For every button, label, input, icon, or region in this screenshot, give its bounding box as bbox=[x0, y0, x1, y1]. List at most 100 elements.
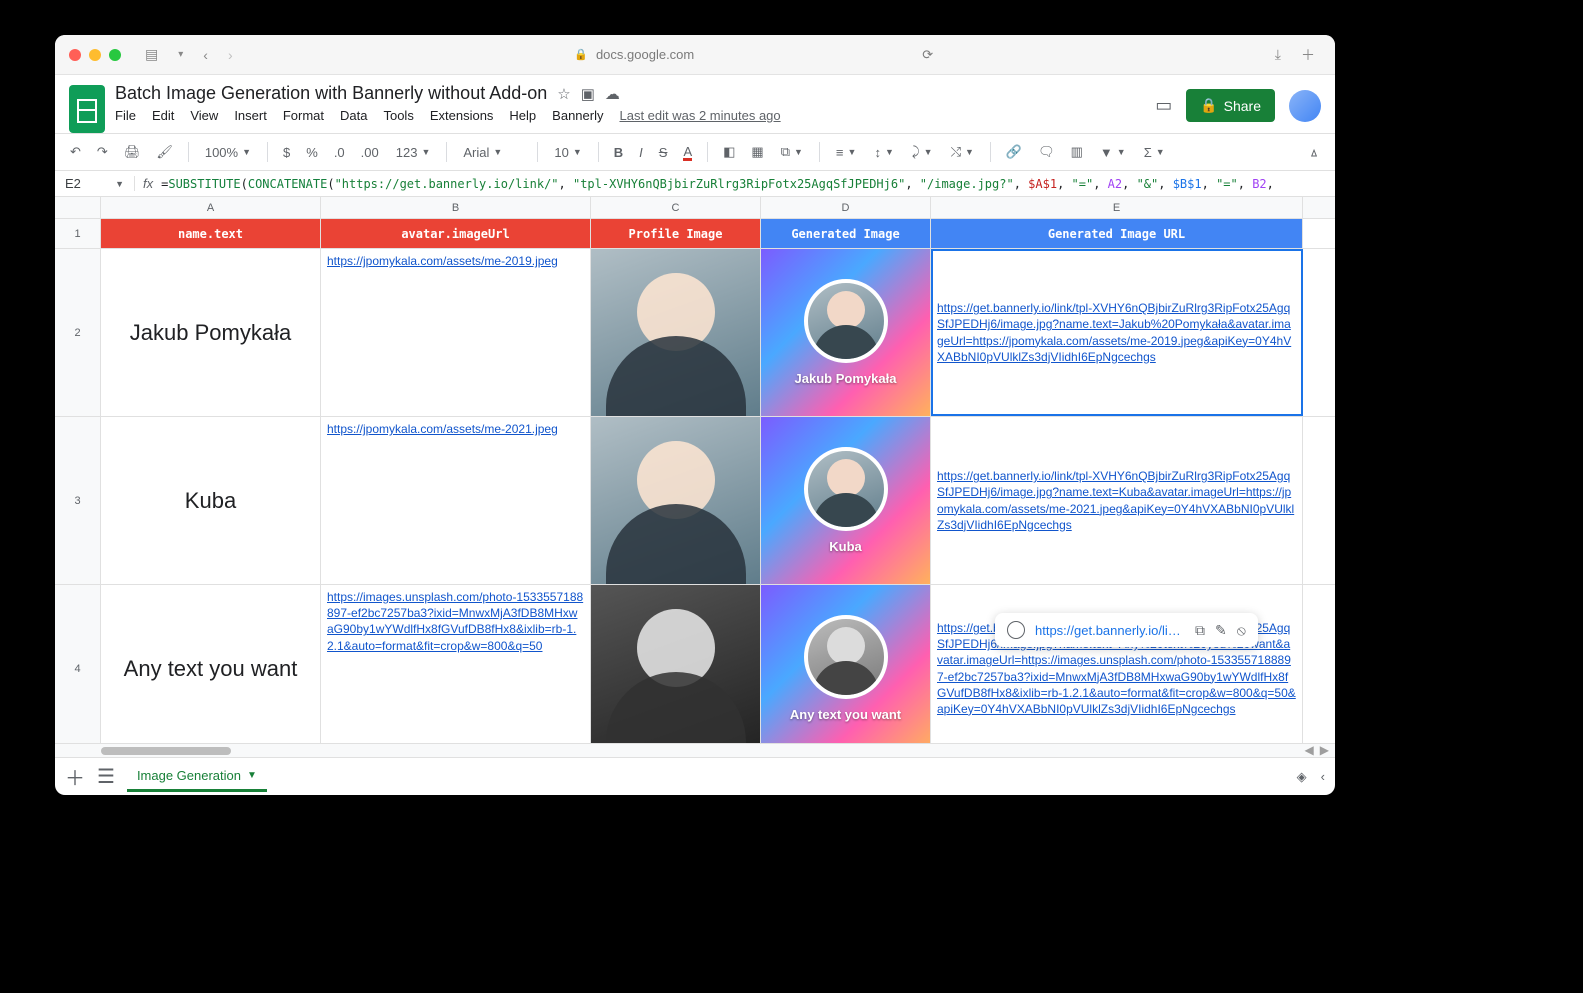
cell-generated-image[interactable]: Jakub Pomykała bbox=[761, 249, 931, 416]
comments-icon[interactable]: ▭ bbox=[1155, 95, 1172, 116]
cell-avatar-url[interactable]: https://jpomykala.com/assets/me-2021.jpe… bbox=[321, 417, 591, 584]
header-cell[interactable]: Generated Image bbox=[761, 219, 931, 248]
col-header-a[interactable]: A bbox=[101, 197, 321, 218]
merge-select[interactable]: ⧉▼ bbox=[775, 141, 809, 163]
cell-profile-image[interactable] bbox=[591, 249, 761, 416]
strikethrough-icon[interactable]: S bbox=[654, 142, 673, 163]
decrease-decimal-icon[interactable]: .0 bbox=[329, 142, 350, 163]
menu-insert[interactable]: Insert bbox=[234, 108, 267, 123]
redo-icon[interactable]: ↷ bbox=[92, 141, 113, 163]
copy-link-icon[interactable]: ⧉ bbox=[1195, 622, 1205, 639]
zoom-select[interactable]: 100%▼ bbox=[199, 142, 257, 163]
expand-toolbar-icon[interactable]: ㅿ bbox=[1303, 140, 1325, 165]
chevron-down-icon[interactable]: ▾ bbox=[172, 47, 189, 62]
halign-select[interactable]: ≡▼ bbox=[830, 142, 863, 163]
address-bar[interactable]: 🔒 docs.google.com ⟳ bbox=[247, 47, 1261, 63]
scrollbar-thumb[interactable] bbox=[101, 747, 231, 755]
format-currency-icon[interactable]: $ bbox=[278, 142, 295, 163]
wrap-select[interactable]: ⤸▼ bbox=[906, 141, 939, 163]
col-header-d[interactable]: D bbox=[761, 197, 931, 218]
menu-help[interactable]: Help bbox=[509, 108, 536, 123]
header-cell[interactable]: avatar.imageUrl bbox=[321, 219, 591, 248]
insert-chart-icon[interactable]: ▥ bbox=[1066, 141, 1088, 163]
font-size-select[interactable]: 10▼ bbox=[548, 142, 587, 163]
col-header-e[interactable]: E bbox=[931, 197, 1303, 218]
sheet-tab-active[interactable]: Image Generation ▼ bbox=[127, 762, 267, 792]
explore-icon[interactable]: ◈ bbox=[1297, 769, 1307, 785]
unlink-icon[interactable]: ⦸ bbox=[1237, 622, 1246, 639]
share-button[interactable]: 🔒 Share bbox=[1186, 89, 1275, 122]
cell-generated-url[interactable]: https://get.bannerly.io/link/tpl-XVHY6nQ… bbox=[931, 585, 1303, 743]
print-icon[interactable]: 🖨 bbox=[119, 141, 146, 163]
reload-icon[interactable]: ⟳ bbox=[922, 47, 933, 63]
cell-profile-image[interactable] bbox=[591, 585, 761, 743]
cell-profile-image[interactable] bbox=[591, 417, 761, 584]
rotate-select[interactable]: ⤭▼ bbox=[945, 141, 980, 163]
cell-generated-url[interactable]: https://get.bannerly.io/link/tpl-XVHY6nQ… bbox=[931, 249, 1303, 416]
add-sheet-icon[interactable]: ＋ bbox=[65, 762, 85, 791]
link[interactable]: https://jpomykala.com/assets/me-2019.jpe… bbox=[327, 254, 558, 268]
valign-select[interactable]: ↕▼ bbox=[868, 142, 899, 163]
menu-view[interactable]: View bbox=[190, 108, 218, 123]
paint-format-icon[interactable]: 🖌 bbox=[151, 141, 178, 163]
font-select[interactable]: Arial▼ bbox=[457, 142, 527, 163]
link-preview-text[interactable]: https://get.bannerly.io/link... bbox=[1035, 623, 1185, 638]
menu-extensions[interactable]: Extensions bbox=[430, 108, 494, 123]
document-title[interactable]: Batch Image Generation with Bannerly wit… bbox=[115, 83, 547, 104]
menu-data[interactable]: Data bbox=[340, 108, 367, 123]
col-header-b[interactable]: B bbox=[321, 197, 591, 218]
header-cell[interactable]: Generated Image URL bbox=[931, 219, 1303, 248]
link[interactable]: https://jpomykala.com/assets/me-2021.jpe… bbox=[327, 422, 558, 436]
account-avatar[interactable] bbox=[1289, 90, 1321, 122]
cell-generated-image[interactable]: Kuba bbox=[761, 417, 931, 584]
menu-format[interactable]: Format bbox=[283, 108, 324, 123]
increase-decimal-icon[interactable]: .00 bbox=[356, 142, 384, 163]
row-header[interactable]: 2 bbox=[55, 249, 101, 416]
fill-color-icon[interactable]: ◧ bbox=[718, 141, 740, 163]
scroll-right-icon[interactable]: ▶ bbox=[1320, 743, 1329, 757]
star-icon[interactable]: ☆ bbox=[557, 85, 570, 103]
italic-icon[interactable]: I bbox=[634, 142, 648, 163]
menu-bannerly[interactable]: Bannerly bbox=[552, 108, 603, 123]
cell-generated-url[interactable]: https://get.bannerly.io/link/tpl-XVHY6nQ… bbox=[931, 417, 1303, 584]
cell-name[interactable]: Jakub Pomykała bbox=[101, 249, 321, 416]
formula-input[interactable]: =SUBSTITUTE(CONCATENATE("https://get.ban… bbox=[161, 177, 1274, 191]
edit-link-icon[interactable]: ✎ bbox=[1215, 622, 1227, 639]
cell-name[interactable]: Kuba bbox=[101, 417, 321, 584]
number-format-select[interactable]: 123▼ bbox=[390, 142, 437, 163]
cell-generated-image[interactable]: Any text you want bbox=[761, 585, 931, 743]
functions-select[interactable]: Σ▼ bbox=[1138, 142, 1171, 163]
zoom-window-icon[interactable] bbox=[109, 49, 121, 61]
select-all-corner[interactable] bbox=[55, 197, 101, 218]
menu-file[interactable]: File bbox=[115, 108, 136, 123]
cell-avatar-url[interactable]: https://images.unsplash.com/photo-153355… bbox=[321, 585, 591, 743]
sidebar-icon[interactable]: ▤ bbox=[139, 44, 164, 65]
header-cell[interactable]: Profile Image bbox=[591, 219, 761, 248]
undo-icon[interactable]: ↶ bbox=[65, 141, 86, 163]
sheets-logo-icon[interactable] bbox=[69, 85, 105, 133]
col-header-c[interactable]: C bbox=[591, 197, 761, 218]
close-window-icon[interactable] bbox=[69, 49, 81, 61]
cell-name[interactable]: Any text you want bbox=[101, 585, 321, 743]
sheet-tab-menu-icon[interactable]: ▼ bbox=[247, 770, 257, 781]
last-edit-link[interactable]: Last edit was 2 minutes ago bbox=[619, 108, 780, 123]
link[interactable]: https://images.unsplash.com/photo-153355… bbox=[327, 590, 583, 653]
name-box[interactable]: E2▼ bbox=[55, 176, 135, 191]
link[interactable]: https://get.bannerly.io/link/tpl-XVHY6nQ… bbox=[937, 300, 1296, 365]
filter-select[interactable]: ▼▼ bbox=[1094, 142, 1132, 163]
cloud-status-icon[interactable]: ☁ bbox=[605, 85, 620, 103]
menu-edit[interactable]: Edit bbox=[152, 108, 174, 123]
minimize-window-icon[interactable] bbox=[89, 49, 101, 61]
row-header[interactable]: 3 bbox=[55, 417, 101, 584]
cell-avatar-url[interactable]: https://jpomykala.com/assets/me-2019.jpe… bbox=[321, 249, 591, 416]
format-percent-icon[interactable]: % bbox=[301, 142, 323, 163]
back-icon[interactable]: ‹ bbox=[197, 45, 214, 65]
insert-link-icon[interactable]: 🔗 bbox=[1001, 141, 1027, 163]
move-icon[interactable]: ▣ bbox=[581, 85, 595, 103]
link[interactable]: https://get.bannerly.io/link/tpl-XVHY6nQ… bbox=[937, 468, 1296, 533]
header-cell[interactable]: name.text bbox=[101, 219, 321, 248]
scroll-left-icon[interactable]: ◀ bbox=[1305, 743, 1314, 757]
forward-icon[interactable]: › bbox=[222, 45, 239, 65]
insert-comment-icon[interactable]: 🗨 bbox=[1033, 141, 1060, 163]
side-panel-toggle-icon[interactable]: ‹ bbox=[1321, 769, 1325, 785]
